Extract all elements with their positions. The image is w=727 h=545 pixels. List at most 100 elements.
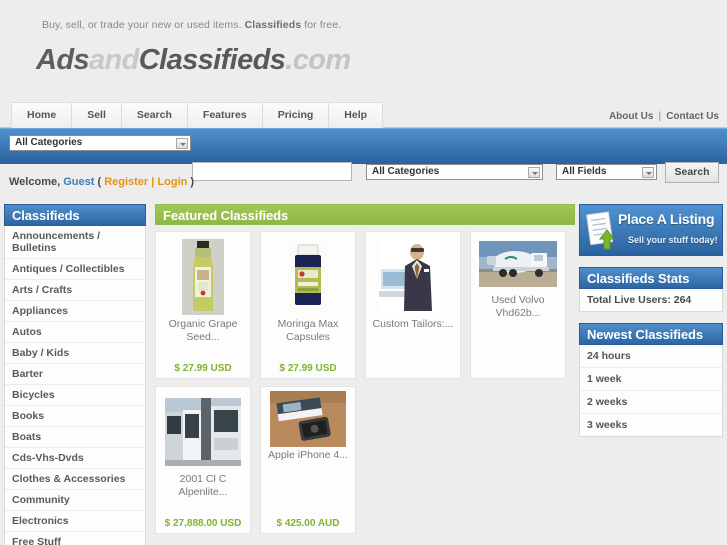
browse-category-select[interactable]: All Categories <box>9 135 191 151</box>
featured-title: Featured Classifieds <box>155 204 575 225</box>
sidebar-item-boats[interactable]: Boats <box>5 427 145 448</box>
welcome-prefix: Welcome, <box>9 176 64 188</box>
nav-item-help[interactable]: Help <box>328 102 384 128</box>
newest-item-1-week[interactable]: 1 week <box>580 368 722 391</box>
logo-part-dotcom: .com <box>285 44 351 76</box>
place-listing-title: Place A Listing <box>618 211 715 227</box>
chevron-down-icon <box>528 167 540 178</box>
document-upload-icon <box>586 211 616 250</box>
listing-thumbnail <box>261 238 355 316</box>
sidebar-item-appliances[interactable]: Appliances <box>5 301 145 322</box>
newest-panel: 24 hours 1 week 2 weeks 3 weeks <box>579 345 723 437</box>
right-sidebar: Place A Listing Sell your stuff today! C… <box>579 204 723 437</box>
listing-title: 2001 Cl C Alpenlite... <box>178 473 228 498</box>
newest-item-2-weeks[interactable]: 2 weeks <box>580 391 722 414</box>
tagline-text-post: for free. <box>301 19 342 31</box>
search-category-select[interactable]: All Categories <box>366 164 543 180</box>
sidebar-item-autos[interactable]: Autos <box>5 322 145 343</box>
tagline-text-pre: Buy, sell, or trade your new or used ite… <box>42 19 245 31</box>
nav-item-pricing[interactable]: Pricing <box>261 102 330 128</box>
listing-card[interactable]: Custom Tailors:... <box>365 231 461 379</box>
sidebar-item-arts-crafts[interactable]: Arts / Crafts <box>5 280 145 301</box>
chevron-down-icon <box>642 167 654 178</box>
sidebar-category-list: Announcements / Bulletins Antiques / Col… <box>4 226 146 545</box>
sidebar-item-bicycles[interactable]: Bicycles <box>5 385 145 406</box>
listing-card[interactable]: Organic Grape Seed... $ 27.99 USD <box>155 231 251 379</box>
main-nav-list: Home Sell Search Features Pricing Help <box>11 102 384 128</box>
search-scope-select-value: All Fields <box>562 166 607 177</box>
logo-part-classifieds: Classifieds <box>138 44 286 76</box>
man-in-suit-icon <box>379 239 447 315</box>
listing-card[interactable]: Moringa Max Capsules $ 27.99 USD <box>260 231 356 379</box>
listing-thumbnail <box>261 391 355 447</box>
welcome-open-paren: ( <box>94 176 105 188</box>
listing-title: Used Volvo Vhd62b... <box>491 294 545 319</box>
link-contact-us[interactable]: Contact Us <box>666 111 719 122</box>
nav-item-features[interactable]: Features <box>186 102 263 128</box>
listing-card[interactable]: Used Volvo Vhd62b... <box>470 231 566 379</box>
sidebar-item-community[interactable]: Community <box>5 490 145 511</box>
organic-grape-seed-oil-bottle-icon <box>182 239 224 315</box>
search-scope-select[interactable]: All Fields <box>556 164 657 180</box>
site-logo[interactable]: AdsandClassifieds.com <box>36 44 351 77</box>
link-about-us[interactable]: About Us <box>609 111 653 122</box>
browse-category-select-value: All Categories <box>15 137 83 148</box>
listing-price: $ 425.00 AUD <box>276 518 340 529</box>
listing-title: Apple iPhone 4... <box>268 449 348 461</box>
register-link[interactable]: Register <box>104 176 148 188</box>
total-live-users: Total Live Users: 264 <box>587 294 692 306</box>
search-input[interactable] <box>192 162 352 181</box>
listing-card[interactable]: 2001 Cl C Alpenlite... $ 27,888.00 USD <box>155 386 251 534</box>
featured-grid: Organic Grape Seed... $ 27.99 USD Moring… <box>155 231 575 541</box>
sidebar-title: Classifieds <box>4 204 146 226</box>
listing-title: Moringa Max Capsules <box>277 318 339 343</box>
search-category-select-value: All Categories <box>372 166 440 177</box>
search-button[interactable]: Search <box>665 162 719 183</box>
newest-item-24-hours[interactable]: 24 hours <box>580 345 722 368</box>
site-tagline: Buy, sell, or trade your new or used ite… <box>42 19 341 31</box>
featured-grid-wrapper: Organic Grape Seed... $ 27.99 USD Moring… <box>155 231 575 541</box>
tagline-text-bold: Classifieds <box>244 19 302 31</box>
listing-thumbnail <box>156 393 250 471</box>
sidebar-item-electronics[interactable]: Electronics <box>5 511 145 532</box>
newest-title: Newest Classifieds <box>579 323 723 345</box>
utility-links: About Us | Contact Us <box>609 111 719 122</box>
welcome-username: Guest <box>63 176 95 188</box>
sidebar-item-clothes-accessories[interactable]: Clothes & Accessories <box>5 469 145 490</box>
logo-part-and: and <box>89 44 139 76</box>
newest-item-3-weeks[interactable]: 3 weeks <box>580 414 722 436</box>
sidebar-item-books[interactable]: Books <box>5 406 145 427</box>
place-a-listing-banner[interactable]: Place A Listing Sell your stuff today! <box>579 204 723 256</box>
listing-thumbnail <box>366 238 460 316</box>
listing-price: $ 27.99 USD <box>174 363 232 374</box>
moringa-max-capsules-jar-icon <box>288 241 328 313</box>
sidebar-item-baby-kids[interactable]: Baby / Kids <box>5 343 145 364</box>
listing-price: $ 27.99 USD <box>279 363 337 374</box>
sidebar-item-antiques[interactable]: Antiques / Collectibles <box>5 259 145 280</box>
listing-card[interactable]: Apple iPhone 4... $ 425.00 AUD <box>260 386 356 534</box>
nav-item-search[interactable]: Search <box>120 102 188 128</box>
place-listing-subtitle: Sell your stuff today! <box>628 235 718 245</box>
logo-part-ads: Ads <box>36 44 90 76</box>
chevron-down-icon <box>176 138 188 149</box>
left-sidebar: Classifieds Announcements / Bulletins An… <box>4 204 146 545</box>
listing-thumbnail <box>471 238 565 290</box>
rv-trailer-door-icon <box>165 398 241 466</box>
stats-panel: Total Live Users: 264 <box>579 289 723 312</box>
utility-links-separator: | <box>658 111 662 122</box>
sidebar-item-free-stuff[interactable]: Free Stuff <box>5 532 145 545</box>
welcome-bar: Welcome, Guest ( Register | Login ) <box>9 176 194 188</box>
nav-item-sell[interactable]: Sell <box>71 102 122 128</box>
nav-item-home[interactable]: Home <box>11 102 73 128</box>
sidebar-item-barter[interactable]: Barter <box>5 364 145 385</box>
listing-thumbnail <box>156 238 250 316</box>
page-root: Buy, sell, or trade your new or used ite… <box>0 0 727 545</box>
iphone-box-and-phone-icon <box>270 391 346 447</box>
stats-title: Classifieds Stats <box>579 267 723 289</box>
sidebar-item-announcements[interactable]: Announcements / Bulletins <box>5 226 145 259</box>
welcome-close-paren: ) <box>187 176 195 188</box>
sidebar-item-cds-vhs-dvds[interactable]: Cds-Vhs-Dvds <box>5 448 145 469</box>
login-link[interactable]: Login <box>157 176 187 188</box>
